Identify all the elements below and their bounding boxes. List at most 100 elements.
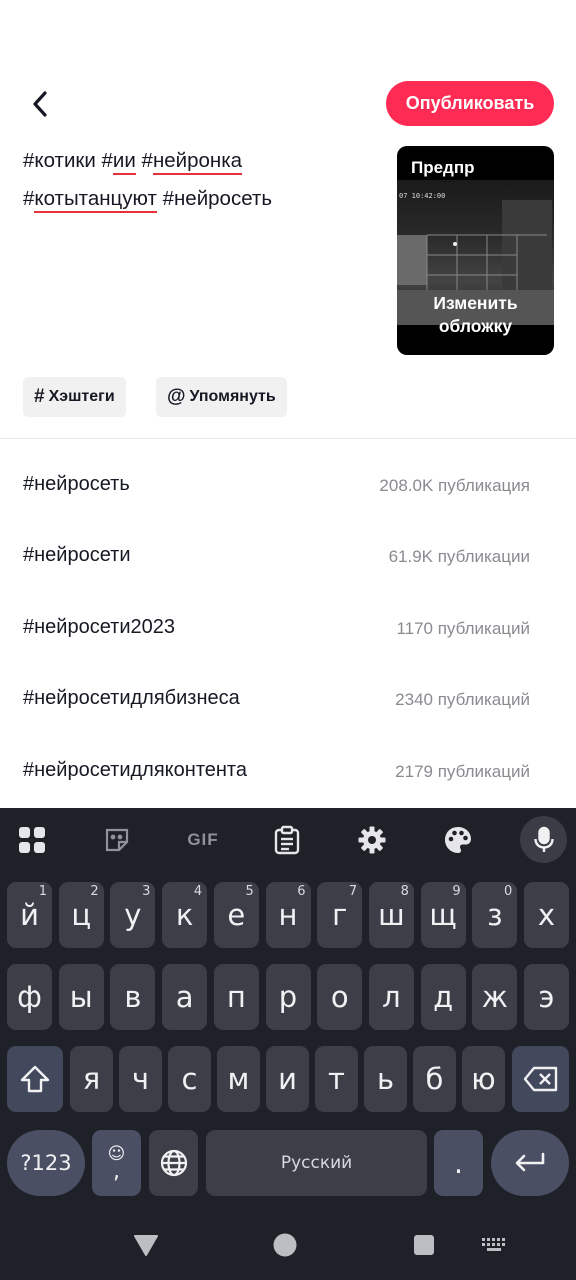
microphone-icon bbox=[533, 826, 554, 852]
caption-hashtag: #котытанцуют bbox=[23, 186, 157, 213]
key-label: г bbox=[332, 898, 348, 932]
settings-gear-icon[interactable] bbox=[352, 820, 392, 860]
key-л[interactable]: л bbox=[368, 964, 414, 1030]
hashtags-chip[interactable]: # Хэштеги bbox=[23, 377, 126, 417]
gif-label: GIF bbox=[187, 830, 219, 849]
at-icon: @ bbox=[167, 386, 186, 407]
key-hint: 4 bbox=[193, 884, 203, 899]
key-к[interactable]: к4 bbox=[162, 882, 208, 948]
key-label: д bbox=[433, 980, 454, 1014]
key-ф[interactable]: ф bbox=[7, 964, 52, 1030]
preview-label: Предпр bbox=[411, 158, 475, 177]
key-hint: 6 bbox=[297, 884, 306, 899]
key-label: б bbox=[425, 1062, 444, 1096]
key-ч[interactable]: ч bbox=[119, 1046, 162, 1112]
back-button[interactable] bbox=[20, 84, 60, 124]
suggestion-count: 61.9K публикации bbox=[388, 547, 530, 566]
key-hint: 8 bbox=[400, 884, 409, 899]
key-д[interactable]: д bbox=[420, 964, 466, 1030]
key-ц[interactable]: ц2 bbox=[58, 882, 104, 948]
enter-key[interactable] bbox=[491, 1130, 569, 1196]
suggestion-row[interactable]: #нейросеть 208.0K публикация bbox=[0, 450, 576, 521]
nav-back-button[interactable] bbox=[131, 1230, 161, 1260]
symbols-key[interactable]: ?123 bbox=[7, 1130, 85, 1196]
key-label: о bbox=[330, 980, 349, 1014]
suggestion-row[interactable]: #нейросетидляконтента 2179 публикаций bbox=[0, 736, 576, 807]
suggestion-name: #нейросетидлябизнеса bbox=[23, 687, 240, 709]
key-label: р bbox=[278, 980, 298, 1014]
key-label: к bbox=[175, 898, 194, 932]
space-key[interactable]: Русский bbox=[206, 1130, 427, 1196]
nav-recents-button[interactable] bbox=[409, 1230, 439, 1260]
key-а[interactable]: а bbox=[162, 964, 208, 1030]
key-х[interactable]: х bbox=[524, 882, 569, 948]
keyboard-toolbar: GIF bbox=[0, 808, 576, 872]
globe-icon bbox=[160, 1149, 187, 1177]
language-key[interactable] bbox=[149, 1130, 198, 1196]
key-label: щ bbox=[429, 898, 457, 932]
publish-button[interactable]: Опубликовать bbox=[386, 81, 554, 126]
caption-hashtag: #нейронка bbox=[142, 149, 243, 175]
change-cover-label: Изменить обложку bbox=[433, 293, 518, 336]
caption-hashtag: #нейросеть bbox=[162, 186, 272, 210]
backspace-key[interactable] bbox=[512, 1046, 569, 1112]
key-label: в bbox=[124, 980, 142, 1014]
key-е[interactable]: е5 bbox=[213, 882, 259, 948]
key-ь[interactable]: ь bbox=[364, 1046, 407, 1112]
microphone-button[interactable] bbox=[520, 816, 567, 863]
clipboard-icon[interactable] bbox=[267, 820, 307, 860]
key-н[interactable]: н6 bbox=[265, 882, 311, 948]
comma-key-label: , bbox=[113, 1159, 120, 1184]
key-с[interactable]: с bbox=[168, 1046, 211, 1112]
key-label: и bbox=[278, 1062, 297, 1096]
key-р[interactable]: р bbox=[265, 964, 311, 1030]
key-label: й bbox=[20, 898, 39, 932]
key-в[interactable]: в bbox=[110, 964, 156, 1030]
triangle-back-icon bbox=[134, 1235, 158, 1256]
key-ш[interactable]: ш8 bbox=[368, 882, 414, 948]
nav-home-button[interactable] bbox=[270, 1230, 300, 1260]
sticker-icon[interactable] bbox=[97, 820, 137, 860]
suggestion-row[interactable]: #нейросети2023 1170 публикаций bbox=[0, 593, 576, 664]
keyboard-switch-button[interactable] bbox=[478, 1230, 510, 1260]
key-т[interactable]: т bbox=[315, 1046, 358, 1112]
hash-icon: # bbox=[34, 386, 45, 407]
symbols-key-label: ?123 bbox=[20, 1151, 72, 1175]
key-о[interactable]: о bbox=[317, 964, 363, 1030]
suggestion-row[interactable]: #нейросетидлябизнеса 2340 публикаций bbox=[0, 664, 576, 735]
key-hint: 1 bbox=[38, 884, 47, 899]
square-recents-icon bbox=[414, 1235, 434, 1255]
key-щ[interactable]: щ9 bbox=[420, 882, 466, 948]
key-и[interactable]: и bbox=[266, 1046, 309, 1112]
key-у[interactable]: у3 bbox=[110, 882, 156, 948]
suggestion-row[interactable]: #нейросети 61.9K публикации bbox=[0, 521, 576, 592]
comma-emoji-key[interactable]: ☺ , bbox=[92, 1130, 141, 1196]
mention-chip[interactable]: @ Упомянуть bbox=[156, 377, 287, 417]
shift-key[interactable] bbox=[7, 1046, 63, 1112]
key-й[interactable]: й1 bbox=[7, 882, 52, 948]
cover-preview[interactable]: 07 10:42:00 Предпр Изменить обложку bbox=[397, 146, 554, 355]
key-hint: 9 bbox=[452, 884, 461, 899]
key-ю[interactable]: ю bbox=[462, 1046, 505, 1112]
key-label: у bbox=[124, 898, 142, 932]
caption-input[interactable]: #котики #ии #нейронка #котытанцуют #нейр… bbox=[23, 142, 373, 217]
key-я[interactable]: я bbox=[70, 1046, 113, 1112]
change-cover-button[interactable]: Изменить обложку bbox=[397, 292, 554, 342]
period-key[interactable]: . bbox=[434, 1130, 483, 1196]
gif-button[interactable]: GIF bbox=[181, 820, 225, 860]
key-б[interactable]: б bbox=[413, 1046, 456, 1112]
key-ж[interactable]: ж bbox=[472, 964, 518, 1030]
key-ы[interactable]: ы bbox=[58, 964, 104, 1030]
mention-chip-label: Упомянуть bbox=[189, 388, 276, 405]
suggestion-count: 2340 публикаций bbox=[395, 690, 530, 709]
apps-grid-icon[interactable] bbox=[12, 820, 52, 860]
palette-icon[interactable] bbox=[438, 820, 478, 860]
key-г[interactable]: г7 bbox=[317, 882, 363, 948]
key-hint: 2 bbox=[90, 884, 99, 899]
key-п[interactable]: п bbox=[213, 964, 259, 1030]
key-hint: 0 bbox=[504, 884, 513, 899]
backspace-icon bbox=[523, 1066, 557, 1092]
key-з[interactable]: з0 bbox=[472, 882, 518, 948]
key-м[interactable]: м bbox=[217, 1046, 260, 1112]
key-э[interactable]: э bbox=[524, 964, 569, 1030]
